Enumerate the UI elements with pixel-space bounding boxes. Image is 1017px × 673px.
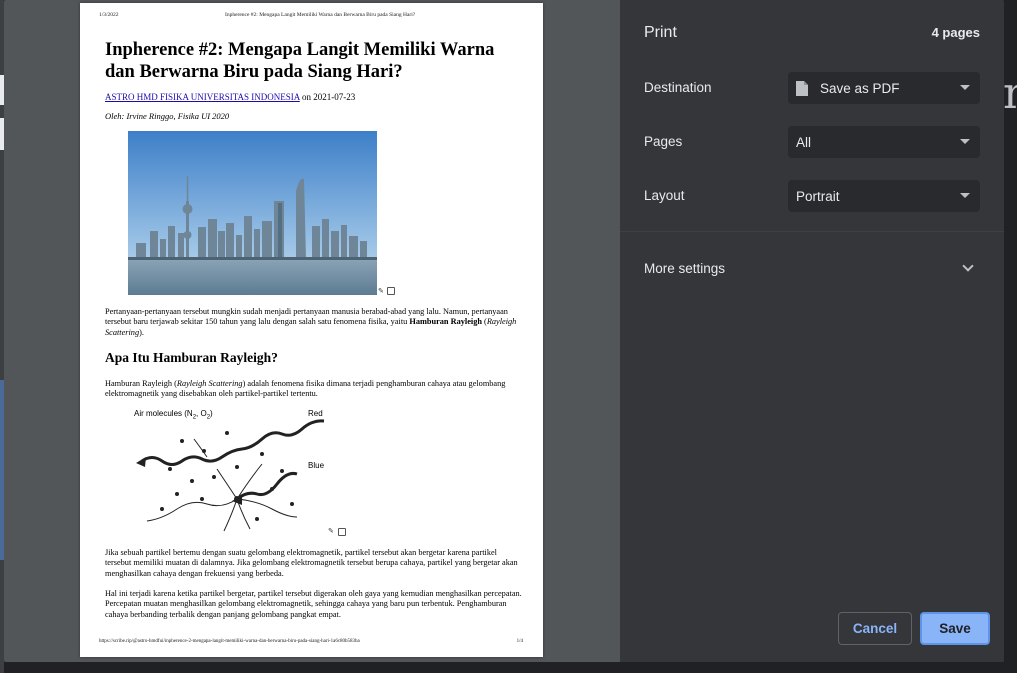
image-checkbox-icon	[387, 287, 395, 295]
print-dialog: 1/3/2022 Inpherence #2: Mengapa Langit M…	[4, 0, 1004, 662]
cancel-button[interactable]: Cancel	[838, 612, 912, 645]
diagram-label-blue: Blue	[308, 461, 325, 470]
destination-label: Destination	[644, 80, 712, 95]
article-author: Oleh: Irvine Ringgo, Fisika UI 2020	[105, 111, 230, 121]
paragraph-2-text: Hamburan Rayleigh (	[105, 379, 177, 388]
article-title: Inpherence #2: Mengapa Langit Memiliki W…	[105, 40, 495, 82]
layout-label: Layout	[644, 188, 685, 203]
more-settings-toggle[interactable]: More settings	[644, 261, 725, 276]
diagram-label-text: , O	[196, 409, 207, 418]
article-byline: ASTRO HMD FISIKA UNIVERSITAS INDONESIA o…	[105, 92, 355, 102]
paragraph-4: Hal ini terjadi karena ketika partikel b…	[105, 589, 522, 619]
dialog-title: Print	[644, 24, 677, 41]
paragraph-1: Pertanyaan-pertanyaan tersebut mungkin s…	[105, 307, 525, 338]
destination-value: Save as PDF	[820, 80, 900, 96]
pages-select[interactable]: All	[788, 126, 980, 158]
diagram-label-red: Red	[308, 409, 323, 418]
document-icon	[796, 80, 808, 96]
background-letter: n	[1003, 68, 1017, 119]
page-header-date: 1/3/2022	[99, 12, 119, 18]
print-settings-panel: Print 4 pages Destination Save as PDF Pa…	[620, 0, 1004, 662]
pages-label: Pages	[644, 134, 683, 149]
pages-value: All	[796, 134, 812, 150]
destination-select[interactable]: Save as PDF	[788, 72, 980, 104]
print-preview-area[interactable]: 1/3/2022 Inpherence #2: Mengapa Langit M…	[4, 0, 620, 662]
page-count: 4 pages	[931, 25, 980, 40]
image-edit-icon: ✎	[378, 287, 384, 295]
page-footer-url: https://scribe.rip/@astro-hmdfui/inphere…	[99, 639, 360, 644]
diagram-label-text: )	[210, 409, 213, 418]
preview-page: 1/3/2022 Inpherence #2: Mengapa Langit M…	[80, 3, 543, 657]
byline-date: on 2021-07-23	[299, 92, 356, 102]
layout-select[interactable]: Portrait	[788, 180, 980, 212]
chevron-down-icon	[960, 139, 970, 144]
term-bold: Hamburan Rayleigh	[409, 317, 482, 327]
image-edit-icon: ✎	[328, 527, 334, 535]
diagram-label-text: Air molecules (N	[134, 409, 193, 418]
section-heading: Apa Itu Hamburan Rayleigh?	[105, 350, 278, 365]
page-header-title: Inpherence #2: Mengapa Langit Memiliki W…	[225, 12, 416, 18]
page-footer-number: 1/4	[516, 639, 523, 644]
skyline-photo	[128, 131, 377, 295]
byline-link[interactable]: ASTRO HMD FISIKA UNIVERSITAS INDONESIA	[105, 92, 300, 102]
divider	[620, 231, 1004, 232]
term-italic: Rayleigh Scattering	[176, 379, 243, 388]
image-checkbox-icon	[338, 528, 346, 536]
expand-chevron-icon[interactable]	[962, 260, 974, 272]
paragraph-2: Hamburan Rayleigh (Rayleigh Scattering) …	[105, 379, 525, 400]
layout-value: Portrait	[796, 188, 840, 204]
screen: n 1/3/2022 Inpherence #2: Mengapa Langit…	[0, 0, 1017, 673]
diagram-label-air: Air molecules (N2, O2)	[134, 409, 213, 421]
paragraph-1-text: ).	[139, 327, 144, 337]
chevron-down-icon	[960, 85, 970, 90]
rayleigh-scattering-diagram: Air molecules (N2, O2) Red Blue	[132, 409, 332, 534]
save-button[interactable]: Save	[920, 612, 990, 645]
paragraph-3: Jika sebuah partikel bertemu dengan suat…	[105, 548, 518, 578]
chevron-down-icon	[960, 193, 970, 198]
